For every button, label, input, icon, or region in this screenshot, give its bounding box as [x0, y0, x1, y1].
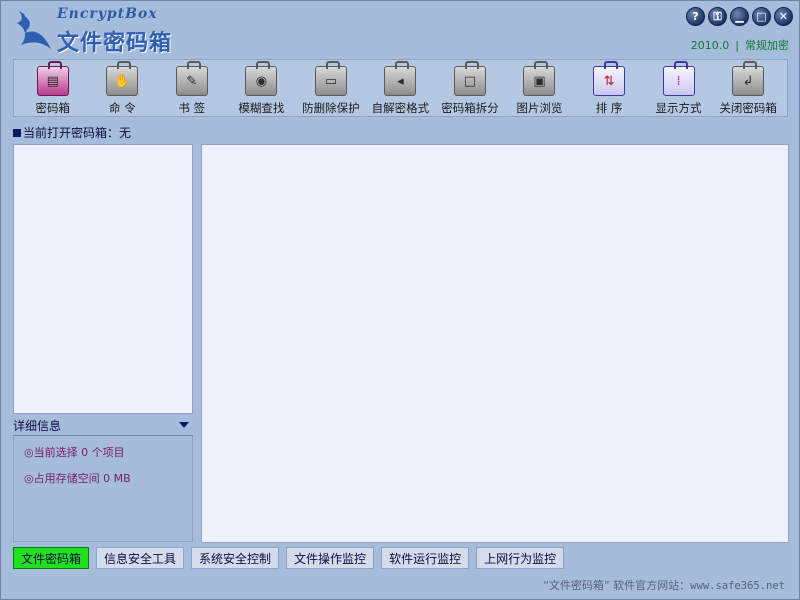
footer: “文件密码箱” 软件官方网站：www.safe365.net: [543, 577, 785, 593]
detail-header-label: 详细信息: [13, 418, 62, 433]
status-square-icon: [13, 129, 21, 137]
toolbar-label: 图片浏览: [516, 101, 563, 115]
current-box-label: 当前打开密码箱：无: [23, 126, 132, 140]
toolbar-label: 密码箱: [35, 101, 71, 115]
box-tree-panel[interactable]: [13, 144, 193, 414]
command-icon: ✋: [106, 61, 139, 96]
collapse-arrow-icon[interactable]: [179, 422, 189, 428]
maximize-icon[interactable]: □: [752, 7, 771, 26]
edition-link[interactable]: 常规加密: [745, 39, 789, 52]
toolbar-label: 防删除保护: [302, 101, 360, 115]
split-icon: □: [453, 61, 486, 96]
toolbar-label: 关闭密码箱: [719, 101, 777, 115]
help-icon[interactable]: ?: [686, 7, 705, 26]
key-icon[interactable]: ⚿: [708, 7, 727, 26]
toolbar-fuzzy-search-button[interactable]: ◉ 模糊查找: [227, 60, 295, 116]
toolbar-label: 排 序: [595, 101, 623, 115]
toolbar-self-decrypt-button[interactable]: ◂ 自解密格式: [366, 60, 434, 116]
storage-used: ◎占用存储空间 0 MB: [24, 472, 131, 485]
view-mode-icon: ⁞: [662, 61, 695, 96]
self-decrypt-icon: ◂: [384, 61, 417, 96]
close-icon[interactable]: ✕: [774, 7, 793, 26]
website-link[interactable]: www.safe365.net: [690, 580, 785, 592]
version-edition: 2010.0 | 常规加密: [691, 37, 789, 53]
module-tabs: 文件密码箱 信息安全工具 系统安全控制 文件操作监控 软件运行监控 上网行为监控: [13, 547, 565, 569]
password-box-icon: ▤: [36, 61, 69, 96]
toolbar-label: 模糊查找: [238, 101, 285, 115]
footer-text: “文件密码箱” 软件官方网站：: [543, 579, 691, 592]
version-label: 2010.0: [690, 39, 730, 52]
search-icon: ◉: [245, 61, 278, 96]
toolbar-label: 书 签: [178, 101, 206, 115]
tab-info-security-tools[interactable]: 信息安全工具: [96, 547, 185, 569]
toolbar-bookmark-button[interactable]: ✎ 书 签: [158, 60, 226, 116]
sort-icon: ⇅: [593, 61, 626, 96]
file-list-panel[interactable]: [201, 144, 789, 543]
title-bar[interactable]: EncryptBox 文件密码箱 ? ⚿ ▁ □ ✕ 2010.0 | 常规加密: [1, 1, 799, 59]
minimize-to-tray-icon[interactable]: ▁: [730, 7, 749, 26]
current-box-status: 当前打开密码箱：无: [13, 124, 131, 141]
toolbar-close-box-button[interactable]: ↲ 关闭密码箱: [714, 60, 782, 116]
image-browse-icon: ▣: [523, 61, 556, 96]
logo-script-text: EncryptBox: [57, 6, 158, 22]
toolbar-label: 命 令: [108, 101, 136, 115]
toolbar-label: 显示方式: [655, 101, 702, 115]
version-separator: |: [735, 39, 739, 52]
tab-system-security-control[interactable]: 系统安全控制: [191, 547, 280, 569]
detail-header[interactable]: 详细信息: [13, 416, 193, 434]
swallow-logo-icon: [17, 11, 51, 49]
toolbar-view-mode-button[interactable]: ⁞ 显示方式: [645, 60, 713, 116]
main-toolbar: ▤ 密码箱 ✋ 命 令 ✎ 书 签 ◉ 模糊查找 ▭ 防删除保护 ◂ 自解密格式…: [13, 59, 788, 117]
toolbar-password-box-button[interactable]: ▤ 密码箱: [19, 60, 87, 116]
toolbar-label: 自解密格式: [371, 101, 430, 115]
tab-internet-behavior-monitor[interactable]: 上网行为监控: [476, 547, 565, 569]
selected-count: ◎当前选择 0 个项目: [24, 446, 125, 459]
delete-protect-icon: ▭: [314, 61, 347, 96]
detail-panel: ◎当前选择 0 个项目 ◎占用存储空间 0 MB: [13, 436, 193, 542]
toolbar-label: 密码箱拆分: [441, 101, 499, 115]
tab-file-operation-monitor[interactable]: 文件操作监控: [286, 547, 375, 569]
toolbar-split-button[interactable]: □ 密码箱拆分: [436, 60, 504, 116]
app-window: EncryptBox 文件密码箱 ? ⚿ ▁ □ ✕ 2010.0 | 常规加密 ▤…: [0, 0, 800, 600]
window-controls: ? ⚿ ▁ □ ✕: [686, 7, 793, 26]
tab-file-password-box[interactable]: 文件密码箱: [13, 547, 90, 569]
close-box-icon: ↲: [732, 61, 765, 96]
toolbar-sort-button[interactable]: ⇅ 排 序: [575, 60, 643, 116]
app-title: 文件密码箱: [57, 31, 173, 56]
toolbar-delete-protect-button[interactable]: ▭ 防删除保护: [297, 60, 365, 116]
bookmark-icon: ✎: [175, 61, 208, 96]
toolbar-image-browse-button[interactable]: ▣ 图片浏览: [505, 60, 573, 116]
tab-software-run-monitor[interactable]: 软件运行监控: [381, 547, 470, 569]
toolbar-command-button[interactable]: ✋ 命 令: [88, 60, 156, 116]
